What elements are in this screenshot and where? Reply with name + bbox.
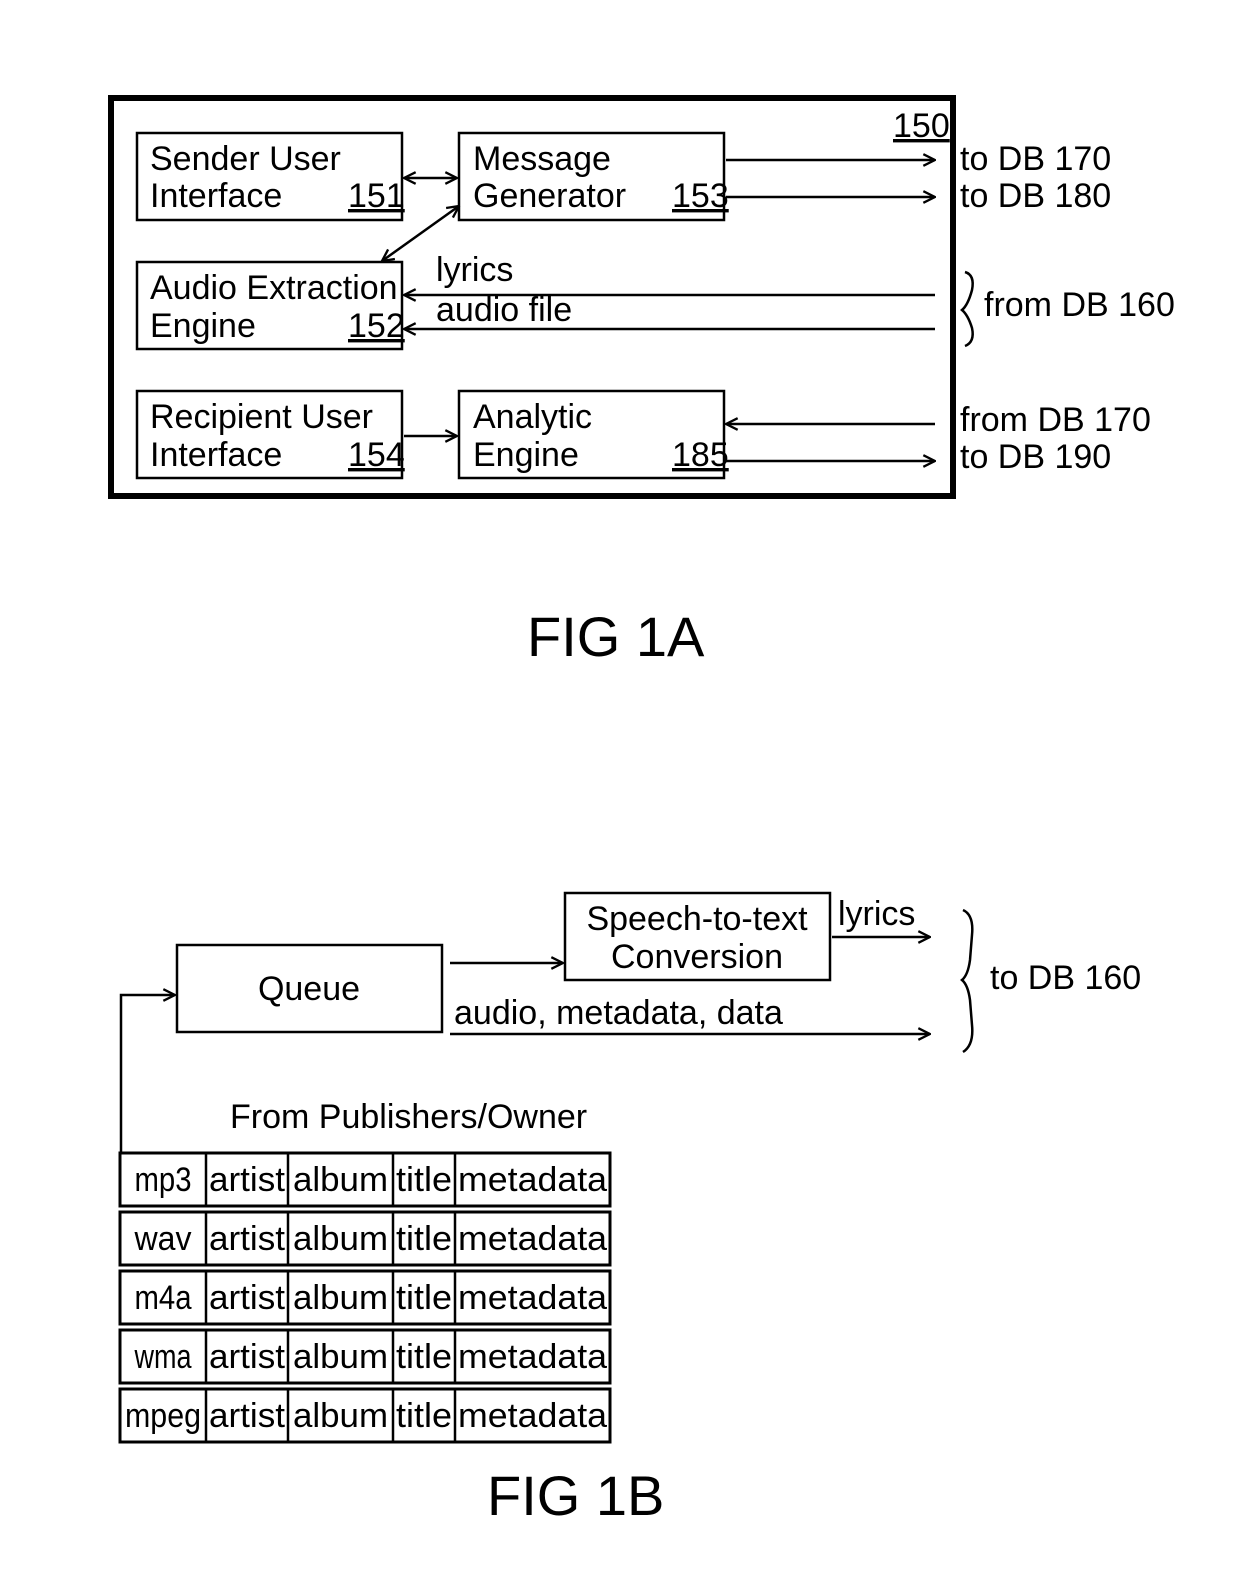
to-db-160-label: to DB 160 <box>990 959 1141 997</box>
table-cell: artist <box>209 1338 286 1376</box>
table-row: mpeg artist album title metadata <box>118 1387 612 1444</box>
speech-to-text-line1: Speech-to-text <box>586 900 808 938</box>
system-ref-150: 150 <box>893 107 950 145</box>
table-cell: mpeg <box>125 1397 201 1435</box>
message-generator-block: Message Generator 153 <box>457 131 729 222</box>
audio-extraction-ref: 152 <box>348 307 405 345</box>
table-cell: album <box>293 1397 388 1435</box>
table-cell: metadata <box>458 1279 607 1317</box>
audio-extraction-line2: Engine <box>150 307 256 345</box>
brace-db-160 <box>960 270 974 348</box>
recipient-ui-line1: Recipient User <box>150 398 373 436</box>
table-row: wav artist album title metadata <box>118 1210 612 1267</box>
sender-user-interface-block: Sender User Interface 151 <box>135 131 405 222</box>
table-cell: album <box>293 1220 388 1258</box>
table-cell: wav <box>134 1220 192 1258</box>
table-cell: title <box>396 1279 452 1317</box>
sender-ui-line2: Interface <box>150 177 282 215</box>
table-cell: wma <box>134 1338 192 1376</box>
table-cell: metadata <box>458 1397 607 1435</box>
queue-block: Queue <box>175 943 444 1034</box>
table-cell: title <box>396 1397 452 1435</box>
analytic-engine-ref: 185 <box>672 436 729 474</box>
recipient-user-interface-block: Recipient User Interface 154 <box>135 389 405 480</box>
audio-file-signal-label: audio file <box>436 291 572 329</box>
analytic-engine-block: Analytic Engine 185 <box>457 389 729 480</box>
patent-figure-canvas: 150 Sender User Interface 151 Message Ge… <box>108 95 1175 1527</box>
speech-to-text-block: Speech-to-text Conversion <box>563 891 832 982</box>
to-db-190-label: to DB 190 <box>960 438 1111 476</box>
table-cell: m4a <box>135 1279 192 1317</box>
from-db-160-label: from DB 160 <box>984 286 1175 324</box>
sender-ui-line1: Sender User <box>150 140 341 178</box>
fig-1b: Queue Speech-to-text Conversion lyrics a… <box>118 891 1141 1527</box>
publisher-table: mp3 artist album title metadatawav artist albu… <box>118 1151 612 1444</box>
audio-extraction-line1: Audio Extraction <box>150 269 398 307</box>
table-cell: title <box>396 1338 452 1376</box>
message-generator-ref: 153 <box>672 177 729 215</box>
fig-1a-label: FIG 1A <box>527 605 705 668</box>
fig-1b-label: FIG 1B <box>487 1464 664 1527</box>
table-cell: title <box>396 1161 452 1199</box>
table-cell: metadata <box>458 1161 607 1199</box>
audio-metadata-data-label: audio, metadata, data <box>454 994 783 1032</box>
from-db-170-label: from DB 170 <box>960 401 1151 439</box>
table-cell: album <box>293 1279 388 1317</box>
arrow-publishers-to-queue <box>119 995 175 1152</box>
to-db-180-label: to DB 180 <box>960 177 1111 215</box>
analytic-engine-line1: Analytic <box>473 398 592 436</box>
table-cell: artist <box>209 1220 286 1258</box>
table-row: mp3 artist album title metadata <box>118 1151 612 1208</box>
table-cell: title <box>396 1220 452 1258</box>
speech-to-text-line2: Conversion <box>611 938 783 976</box>
table-row: m4a artist album title metadata <box>118 1269 612 1326</box>
analytic-engine-line2: Engine <box>473 436 579 474</box>
table-cell: metadata <box>458 1220 607 1258</box>
table-row: wma artist album title metadata <box>118 1328 612 1385</box>
table-cell: artist <box>209 1397 286 1435</box>
recipient-ui-ref: 154 <box>348 436 405 474</box>
to-db-170-label: to DB 170 <box>960 140 1111 178</box>
fig-1a: 150 Sender User Interface 151 Message Ge… <box>108 95 1175 668</box>
lyrics-out-label: lyrics <box>838 895 915 933</box>
lyrics-signal-label: lyrics <box>436 251 513 289</box>
table-cell: mp3 <box>135 1161 192 1199</box>
table-cell: metadata <box>458 1338 607 1376</box>
table-cell: album <box>293 1161 388 1199</box>
queue-label: Queue <box>258 970 360 1008</box>
table-cell: artist <box>209 1279 286 1317</box>
brace-to-db-160 <box>960 908 974 1054</box>
audio-extraction-engine-block: Audio Extraction Engine 152 <box>135 260 405 351</box>
from-publishers-owner-label: From Publishers/Owner <box>230 1098 587 1136</box>
recipient-ui-line2: Interface <box>150 436 282 474</box>
sender-ui-ref: 151 <box>348 177 405 215</box>
table-cell: artist <box>209 1161 286 1199</box>
message-generator-line1: Message <box>473 140 611 178</box>
table-cell: album <box>293 1338 388 1376</box>
message-generator-line2: Generator <box>473 177 626 215</box>
